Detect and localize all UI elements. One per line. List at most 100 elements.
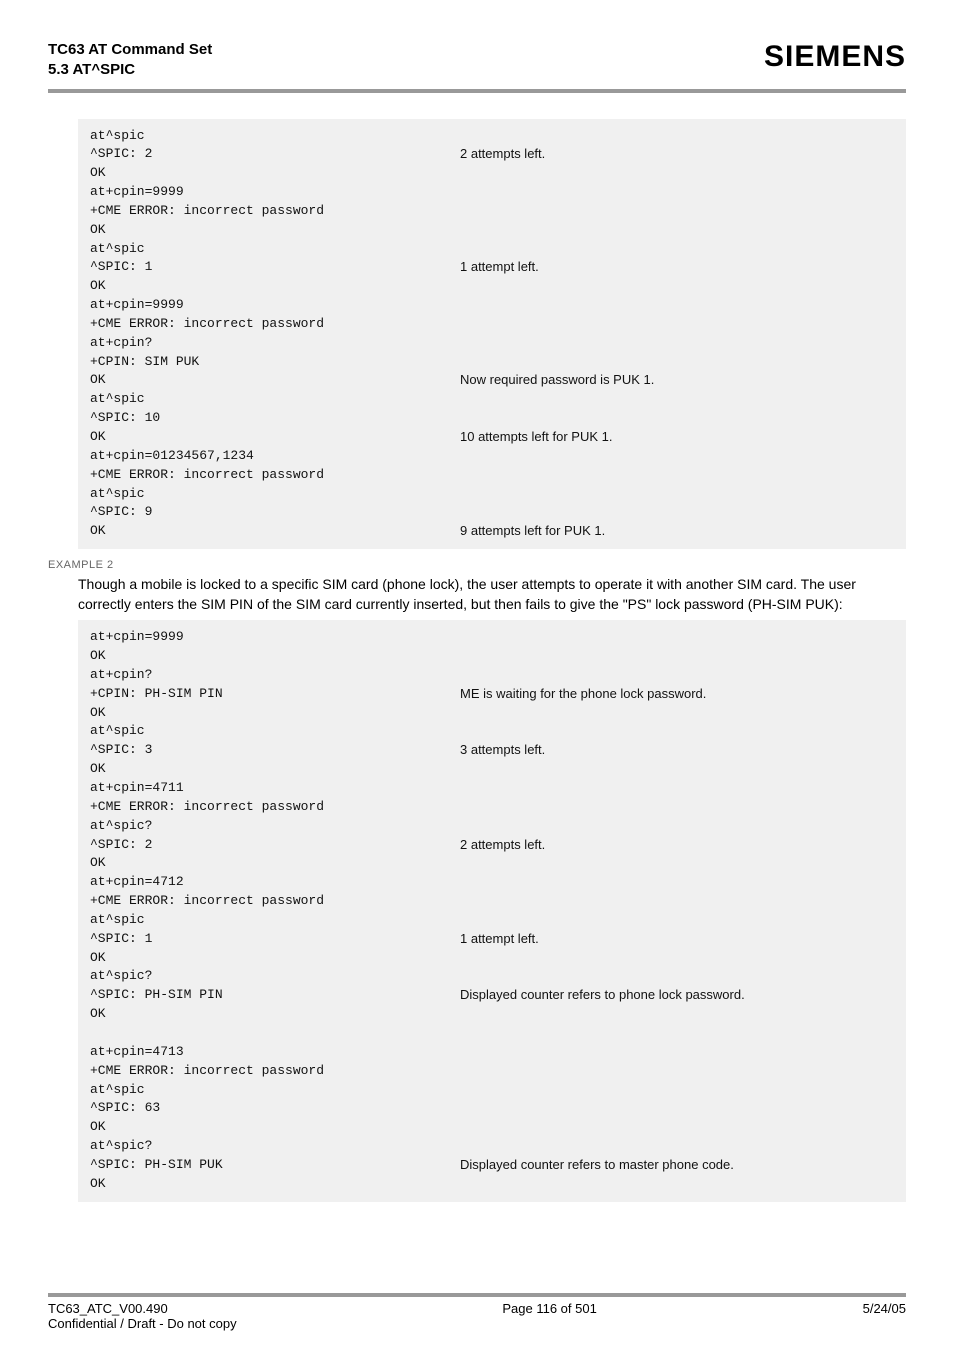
annotation-text: 3 attempts left.: [460, 741, 545, 760]
terminal-text: +CME ERROR: incorrect password: [90, 202, 460, 221]
code-row: OK: [90, 647, 894, 666]
code-row: +CPIN: SIM PUK: [90, 353, 894, 372]
code-row: at^spic?: [90, 1137, 894, 1156]
code-row: OKNow required password is PUK 1.: [90, 371, 894, 390]
code-row: OK: [90, 164, 894, 183]
terminal-text: +CME ERROR: incorrect password: [90, 466, 460, 485]
terminal-text: ^SPIC: 9: [90, 503, 460, 522]
terminal-text: ^SPIC: 63: [90, 1099, 460, 1118]
terminal-text: OK: [90, 1118, 460, 1137]
terminal-text: OK: [90, 760, 460, 779]
terminal-text: at^spic: [90, 127, 460, 146]
annotation-text: 1 attempt left.: [460, 930, 539, 949]
code-row: [90, 1024, 894, 1043]
terminal-text: +CME ERROR: incorrect password: [90, 798, 460, 817]
code-row: +CME ERROR: incorrect password: [90, 1062, 894, 1081]
terminal-text: at^spic: [90, 240, 460, 259]
code-row: ^SPIC: 10: [90, 409, 894, 428]
terminal-text: at+cpin?: [90, 334, 460, 353]
footer-doc-id: TC63_ATC_V00.490: [48, 1301, 237, 1316]
terminal-text: at+cpin=01234567,1234: [90, 447, 460, 466]
footer-page-number: Page 116 of 501: [502, 1301, 596, 1331]
annotation-text: ME is waiting for the phone lock passwor…: [460, 685, 706, 704]
code-row: at+cpin=9999: [90, 628, 894, 647]
terminal-text: ^SPIC: 2: [90, 836, 460, 855]
annotation-text: Displayed counter refers to master phone…: [460, 1156, 734, 1175]
terminal-text: at^spic: [90, 722, 460, 741]
annotation-text: 2 attempts left.: [460, 836, 545, 855]
code-row: ^SPIC: 22 attempts left.: [90, 145, 894, 164]
terminal-text: ^SPIC: 1: [90, 930, 460, 949]
code-row: +CME ERROR: incorrect password: [90, 798, 894, 817]
example-2-label: EXAMPLE 2: [48, 559, 906, 571]
example-2-description: Though a mobile is locked to a specific …: [78, 575, 906, 614]
terminal-text: OK: [90, 949, 460, 968]
terminal-text: +CME ERROR: incorrect password: [90, 315, 460, 334]
code-example-1: at^spic^SPIC: 22 attempts left.OKat+cpin…: [78, 119, 906, 550]
code-row: at^spic?: [90, 967, 894, 986]
terminal-text: [90, 1024, 460, 1043]
code-row: OK: [90, 1175, 894, 1194]
page-header: TC63 AT Command Set 5.3 AT^SPIC SIEMENS: [48, 40, 906, 93]
annotation-text: Displayed counter refers to phone lock p…: [460, 986, 745, 1005]
code-row: at+cpin=4712: [90, 873, 894, 892]
code-row: OK: [90, 854, 894, 873]
footer-left: TC63_ATC_V00.490 Confidential / Draft - …: [48, 1301, 237, 1331]
annotation-text: 2 attempts left.: [460, 145, 545, 164]
code-row: ^SPIC: 11 attempt left.: [90, 930, 894, 949]
terminal-text: OK: [90, 221, 460, 240]
terminal-text: at^spic?: [90, 967, 460, 986]
terminal-text: OK: [90, 704, 460, 723]
terminal-text: at^spic: [90, 1081, 460, 1100]
code-row: ^SPIC: 22 attempts left.: [90, 836, 894, 855]
terminal-text: OK: [90, 1005, 460, 1024]
footer-confidential: Confidential / Draft - Do not copy: [48, 1316, 237, 1331]
terminal-text: +CPIN: PH-SIM PIN: [90, 685, 460, 704]
annotation-text: 9 attempts left for PUK 1.: [460, 522, 605, 541]
terminal-text: OK: [90, 522, 460, 541]
terminal-text: OK: [90, 277, 460, 296]
code-row: OK: [90, 1005, 894, 1024]
code-row: at^spic: [90, 485, 894, 504]
header-title: TC63 AT Command Set 5.3 AT^SPIC: [48, 40, 212, 81]
terminal-text: at+cpin=4713: [90, 1043, 460, 1062]
code-row: +CME ERROR: incorrect password: [90, 892, 894, 911]
terminal-text: +CME ERROR: incorrect password: [90, 1062, 460, 1081]
terminal-text: ^SPIC: PH-SIM PIN: [90, 986, 460, 1005]
code-row: at^spic: [90, 911, 894, 930]
doc-section: 5.3 AT^SPIC: [48, 60, 212, 80]
terminal-text: ^SPIC: 3: [90, 741, 460, 760]
terminal-text: ^SPIC: PH-SIM PUK: [90, 1156, 460, 1175]
code-row: at^spic: [90, 390, 894, 409]
footer-rule: TC63_ATC_V00.490 Confidential / Draft - …: [48, 1293, 906, 1331]
code-row: +CME ERROR: incorrect password: [90, 315, 894, 334]
terminal-text: at^spic: [90, 390, 460, 409]
annotation-text: 10 attempts left for PUK 1.: [460, 428, 612, 447]
code-row: OK: [90, 221, 894, 240]
footer-date: 5/24/05: [863, 1301, 906, 1331]
doc-title: TC63 AT Command Set: [48, 40, 212, 60]
terminal-text: at^spic?: [90, 1137, 460, 1156]
terminal-text: at+cpin=4711: [90, 779, 460, 798]
code-row: ^SPIC: PH-SIM PINDisplayed counter refer…: [90, 986, 894, 1005]
code-row: ^SPIC: 9: [90, 503, 894, 522]
terminal-text: OK: [90, 428, 460, 447]
code-row: at^spic: [90, 1081, 894, 1100]
code-row: OK10 attempts left for PUK 1.: [90, 428, 894, 447]
code-row: ^SPIC: 63: [90, 1099, 894, 1118]
terminal-text: OK: [90, 647, 460, 666]
code-row: OK: [90, 704, 894, 723]
code-row: at^spic: [90, 127, 894, 146]
code-row: at^spic?: [90, 817, 894, 836]
page-footer: TC63_ATC_V00.490 Confidential / Draft - …: [48, 1301, 906, 1331]
code-row: OK: [90, 1118, 894, 1137]
annotation-text: Now required password is PUK 1.: [460, 371, 654, 390]
terminal-text: ^SPIC: 2: [90, 145, 460, 164]
code-row: ^SPIC: PH-SIM PUKDisplayed counter refer…: [90, 1156, 894, 1175]
code-row: ^SPIC: 11 attempt left.: [90, 258, 894, 277]
terminal-text: at+cpin=9999: [90, 183, 460, 202]
terminal-text: at+cpin=9999: [90, 628, 460, 647]
code-row: at+cpin=9999: [90, 296, 894, 315]
code-row: +CPIN: PH-SIM PINME is waiting for the p…: [90, 685, 894, 704]
code-row: +CME ERROR: incorrect password: [90, 466, 894, 485]
